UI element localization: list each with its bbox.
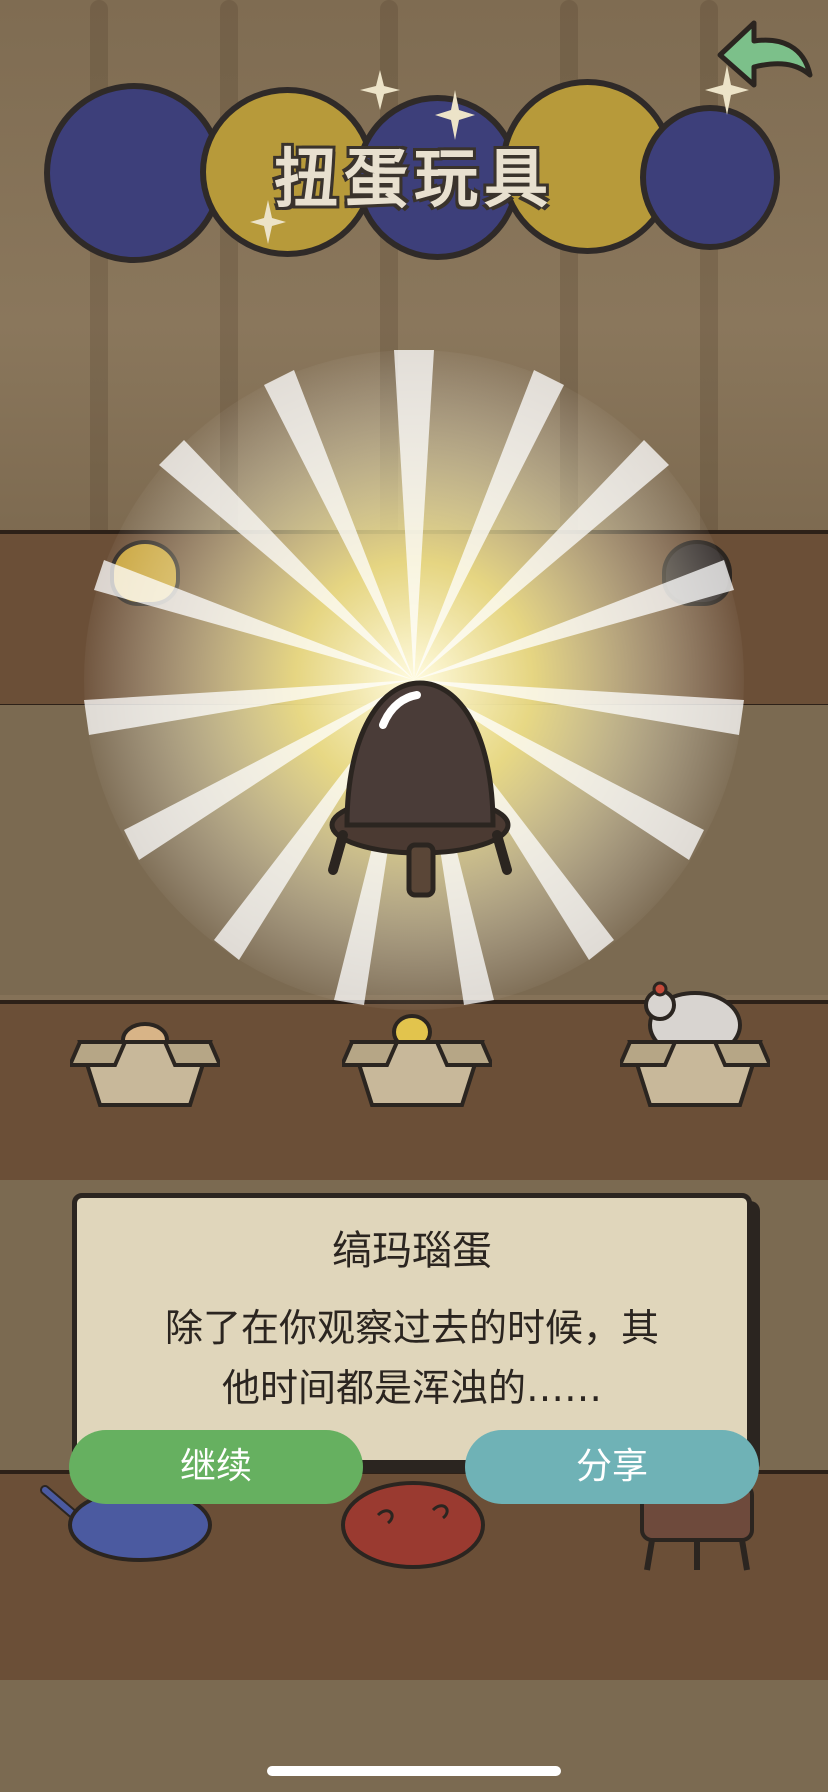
sparkle-icon	[250, 200, 286, 244]
share-button[interactable]: 分享	[465, 1430, 759, 1504]
item-description: 除了在你观察过去的时候，其 他时间都是浑浊的……	[117, 1298, 707, 1418]
back-arrow-icon	[717, 20, 813, 88]
continue-button[interactable]: 继续	[69, 1430, 363, 1504]
box-with-egg	[70, 1022, 220, 1107]
item-name: 缟玛瑙蛋	[332, 1228, 492, 1274]
red-teapot	[341, 1481, 485, 1569]
sparkle-icon	[360, 70, 400, 110]
item-dialog: 缟玛瑙蛋 除了在你观察过去的时候，其 他时间都是浑浊的……	[72, 1193, 752, 1465]
description-line-2: 他时间都是浑浊的……	[221, 1366, 602, 1410]
sparkle-icon	[435, 90, 475, 140]
description-line-1: 除了在你观察过去的时候，其	[164, 1306, 659, 1350]
back-button[interactable]	[712, 15, 816, 95]
box-with-hen	[620, 981, 770, 1107]
box-with-chick	[342, 1014, 492, 1107]
onyx-egg-icon	[328, 680, 512, 898]
page-title: 扭蛋玩具	[274, 143, 554, 217]
home-indicator[interactable]	[267, 1766, 561, 1776]
game-scene: 扭蛋玩具 缟玛瑙蛋 除了在你观察过去的时候，其 他时间都是浑浊的…… 继续 分享	[0, 0, 828, 1792]
